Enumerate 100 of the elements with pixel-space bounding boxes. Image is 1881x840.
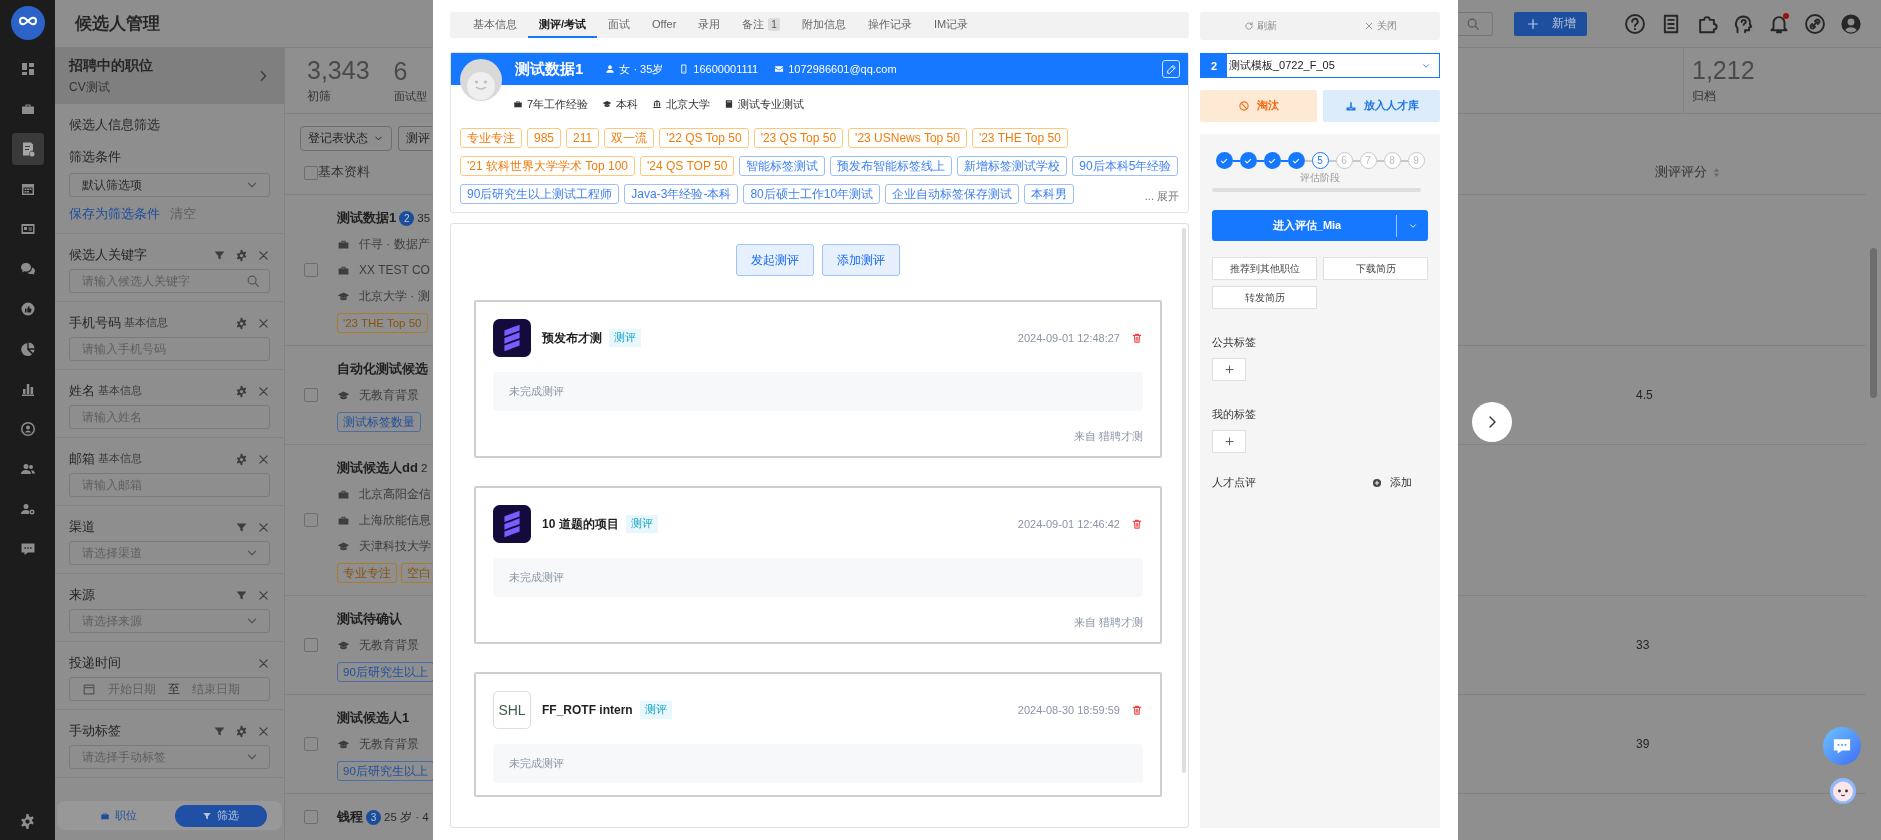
filter-label: 筛选条件 (69, 148, 122, 166)
candidate-tag: 90后研究生以上测试工程师 (460, 184, 620, 204)
plus-icon (1525, 16, 1540, 31)
row-checkbox[interactable] (304, 513, 318, 527)
tab[interactable]: 录用 (687, 12, 732, 38)
row-checkbox[interactable] (304, 638, 318, 652)
briefcase-icon (513, 99, 523, 109)
close-icon[interactable] (257, 520, 270, 534)
settings-icon[interactable] (235, 452, 248, 466)
action-button[interactable]: 转发简历 (1212, 286, 1317, 309)
settings-icon[interactable] (19, 813, 36, 830)
tab[interactable]: IM记录 (922, 12, 980, 38)
logo-icon[interactable] (10, 6, 45, 40)
reject-button[interactable]: 淘汰 (1200, 90, 1317, 122)
settings-icon[interactable] (235, 316, 248, 330)
job-name: CV测试 (69, 78, 111, 96)
filter-icon[interactable] (235, 588, 248, 602)
candidate-name[interactable]: 测试待确认 (337, 610, 402, 628)
edit-button[interactable] (1162, 60, 1180, 78)
delete-icon[interactable] (1131, 332, 1143, 344)
graduation-cap-icon (602, 99, 613, 109)
bottom-tab[interactable]: 筛选 (174, 804, 267, 827)
talent-pool-button[interactable]: 放入人才库 (1323, 90, 1440, 122)
candidate-name[interactable]: 测试候选人dd (337, 459, 418, 477)
settings-icon[interactable] (235, 724, 248, 738)
template-name: 测试模板_0722_F_05 (1229, 58, 1336, 73)
next-button[interactable] (1472, 402, 1512, 442)
assessment-button[interactable]: 发起测评 (736, 244, 814, 276)
row-checkbox[interactable] (304, 263, 318, 277)
action-button[interactable]: 推荐到其他职位 (1212, 257, 1317, 280)
tab[interactable]: 基本信息 (462, 12, 528, 38)
status-filter-dropdown[interactable]: 登记表状态 (300, 126, 392, 151)
delete-icon[interactable] (1131, 518, 1143, 530)
filter-icon[interactable] (213, 724, 226, 738)
save-filter-link[interactable]: 保存为筛选条件 (69, 206, 160, 223)
close-icon[interactable] (257, 316, 270, 330)
tab[interactable]: 测评/考试 (528, 12, 598, 38)
close-icon[interactable] (257, 384, 270, 398)
link-icon[interactable] (1804, 12, 1826, 35)
tab[interactable]: 备注 1 (731, 12, 791, 38)
tab[interactable]: 附加信息 (790, 12, 857, 38)
close-icon[interactable] (257, 248, 270, 262)
section-title: 公共标签 (1212, 335, 1256, 350)
tab[interactable]: 操作记录 (856, 12, 923, 38)
action-button[interactable]: 下载简历 (1323, 257, 1428, 280)
scrollbar[interactable] (1182, 228, 1186, 773)
candidate-name[interactable]: 自动化测试候选 (337, 360, 428, 378)
row-checkbox[interactable] (304, 388, 318, 402)
step-circle: 5 (1311, 152, 1329, 169)
close-icon[interactable] (257, 656, 270, 670)
job-panel[interactable]: 招聘中的职位 CV测试 (55, 48, 284, 104)
close-button[interactable]: 关闭 (1320, 12, 1440, 40)
nav-item[interactable] (11, 133, 44, 165)
candidate-name[interactable]: 测试数据1 (337, 209, 397, 227)
avatar-icon[interactable] (1840, 12, 1862, 35)
assessment-time: 2024-09-01 12:48:27 (1017, 332, 1120, 344)
refresh-icon (1243, 21, 1254, 31)
help-icon[interactable] (1624, 12, 1646, 35)
filter-label: 候选人关键字 (69, 246, 147, 264)
new-button[interactable]: 新增 (1514, 11, 1587, 36)
preset-select[interactable]: 默认筛选项 (69, 173, 270, 197)
candidate-tag: 智能标签测试 (739, 156, 826, 176)
stage-count: 3,343 (307, 56, 370, 85)
candidate-detail: 上海欣能信息 (359, 511, 431, 529)
add-button[interactable]: 添加 (1372, 475, 1412, 490)
candidate-name[interactable]: 钱程 (337, 808, 363, 826)
assessment-button[interactable]: 添加测评 (822, 244, 900, 276)
column-header[interactable]: 测评评分 (1655, 164, 1707, 181)
assessment-title: 预发布才测 (542, 329, 602, 347)
expand-link[interactable]: ... 展开 (1144, 189, 1179, 204)
tab[interactable]: Offer (641, 12, 688, 38)
refresh-button[interactable]: 刷新 (1200, 12, 1320, 40)
close-icon[interactable] (257, 588, 270, 602)
candidate-tag: '23 THE Top 50 (971, 128, 1068, 148)
bottom-tab[interactable]: 职位 (72, 804, 165, 827)
filter-icon[interactable] (213, 248, 226, 262)
filter-icon[interactable] (235, 520, 248, 534)
candidate-name[interactable]: 测试候选人1 (337, 709, 410, 727)
candidate-detail: 仟寻 · 数据产 (359, 235, 430, 253)
candidate-detail: 无教育背景 (359, 636, 419, 654)
tab[interactable]: 面试 (597, 12, 642, 38)
gender-age: 女 · 35岁 (619, 61, 664, 77)
row-checkbox[interactable] (304, 737, 318, 751)
filter-note: 基本信息 (124, 316, 168, 330)
scrollbar[interactable] (1870, 248, 1877, 398)
candidate-detail: XX TEST CO (359, 263, 430, 277)
candidate-meta: 25 岁 · 4 (384, 809, 429, 825)
close-icon[interactable] (257, 452, 270, 466)
row-checkbox[interactable] (304, 810, 318, 824)
assessment-filter-dropdown[interactable]: 测评 (398, 126, 432, 151)
graduation-cap-icon (337, 539, 350, 553)
select-all-checkbox[interactable] (304, 165, 318, 180)
chat-button[interactable] (1823, 727, 1861, 765)
close-icon[interactable] (257, 724, 270, 738)
settings-icon[interactable] (235, 248, 248, 262)
advance-button[interactable]: 进入评估_Mia (1212, 210, 1428, 241)
delete-icon[interactable] (1131, 704, 1143, 716)
settings-icon[interactable] (235, 384, 248, 398)
assistant-icon[interactable] (1828, 775, 1858, 805)
template-select[interactable]: 2 测试模板_0722_F_05 (1200, 53, 1440, 78)
